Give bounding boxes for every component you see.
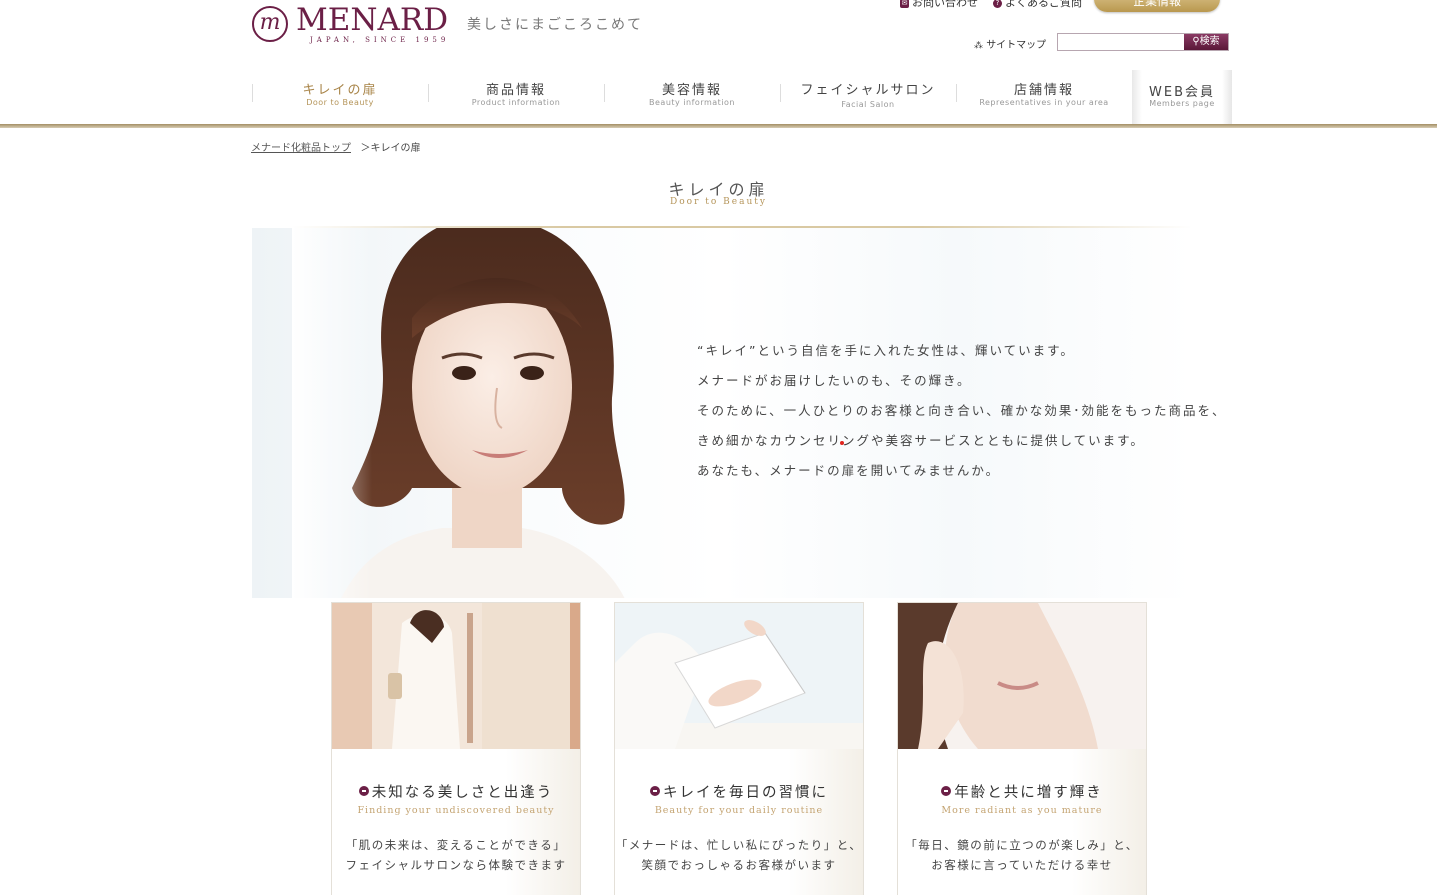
card-description: 「毎日、鏡の前に立つのが楽しみ」と、 お客様に言っていただける幸せ — [905, 838, 1139, 872]
card-subtitle: Beauty for your daily routine — [654, 805, 824, 816]
card-description: 「肌の未来は、変えることができる」 フェイシャルサロンなら体験できます — [345, 838, 567, 872]
question-icon: ? — [993, 0, 1002, 8]
nav-bottom-rule — [0, 124, 1437, 128]
search-button[interactable]: ⚲検索 — [1184, 34, 1228, 50]
corporate-info-label: 企業情報 — [1132, 0, 1181, 8]
nav-facial-salon[interactable]: フェイシャルサロン Facial Salon — [780, 70, 956, 125]
card-title: 年齢と共に増す輝き — [898, 781, 1146, 802]
tagline: 美しさにまごころこめて — [467, 17, 643, 33]
hero-line: メナードがお届けしたいのも、その輝き。 — [697, 373, 972, 388]
breadcrumb-separator: ＞ — [360, 143, 371, 154]
bullet-icon — [358, 786, 369, 796]
hero-line: きめ細かなカウンセリングや美容サービスとともに提供しています。 — [697, 433, 1145, 448]
card-store-door-image — [332, 603, 580, 749]
sitemap-icon: ⁂ — [974, 41, 983, 51]
breadcrumb-current: キレイの扉 — [370, 143, 421, 154]
hero-portrait-image — [292, 228, 625, 598]
mail-icon: ✉ — [900, 0, 909, 8]
nav-store-information[interactable]: 店舗情報 Representatives in your area — [956, 70, 1132, 125]
hero-line: あなたも、メナードの扉を開いてみませんか。 — [697, 463, 1001, 478]
logo-mark-icon: m — [252, 6, 288, 42]
breadcrumb: メナード化粧品トップ ＞キレイの扉 — [251, 139, 421, 154]
card-subtitle: Finding your undiscovered beauty — [357, 805, 555, 816]
bullet-icon — [650, 786, 660, 796]
hero-line: そのために、一人ひとりのお客様と向き合い、確かな効果･効能をもった商品を、 — [697, 403, 1227, 418]
bullet-icon — [941, 786, 952, 796]
nav-product-information[interactable]: 商品情報 Product information — [428, 70, 604, 125]
corporate-info-button[interactable]: 企業情報 — [1094, 0, 1220, 12]
faq-link[interactable]: ? よくあるご質問 — [993, 0, 1082, 10]
hero-copy: “キレイ”という自信を手に入れた女性は、輝いています。 メナードがお届けしたいの… — [697, 336, 1227, 486]
breadcrumb-home-link[interactable]: メナード化粧品トップ — [251, 143, 351, 154]
search-form: ⚲検索 — [1057, 33, 1229, 51]
hero-line: “キレイ”という自信を手に入れた女性は、輝いています。 — [697, 343, 1075, 358]
card-subtitle: More radiant as you mature — [941, 805, 1103, 816]
page-subtitle: Door to Beauty — [670, 197, 767, 207]
card-title: 未知なる美しさと出逢う — [332, 781, 580, 802]
contact-link[interactable]: ✉ お問い合わせ — [900, 0, 978, 10]
card-undiscovered-beauty[interactable]: 未知なる美しさと出逢う Finding your undiscovered be… — [331, 602, 581, 895]
card-notebook-image — [615, 603, 863, 749]
global-nav: キレイの扉 Door to Beauty 商品情報 Product inform… — [252, 70, 1232, 127]
search-input[interactable] — [1058, 34, 1190, 50]
card-woman-face-image — [898, 603, 1146, 749]
logo-since: JAPAN, SINCE 1959 — [310, 36, 450, 44]
logo-name: MENARD — [296, 2, 449, 38]
card-description: 「メナードは、忙しい私にぴったり」と、 笑顔でおっしゃるお客様がいます — [615, 838, 863, 872]
magnifier-icon: ⚲ — [1192, 36, 1200, 47]
nav-door-to-beauty[interactable]: キレイの扉 Door to Beauty — [252, 70, 428, 127]
sitemap-link[interactable]: ⁂ サイトマップ — [974, 36, 1046, 51]
menard-logo[interactable]: m MENARD JAPAN, SINCE 1959 — [252, 2, 452, 46]
nav-web-members[interactable]: WEB会員 Members page — [1132, 70, 1232, 125]
card-daily-routine[interactable]: キレイを毎日の習慣に Beauty for your daily routine… — [614, 602, 864, 895]
card-radiant-mature[interactable]: 年齢と共に増す輝き More radiant as you mature 「毎日… — [897, 602, 1147, 895]
nav-beauty-information[interactable]: 美容情報 Beauty information — [604, 70, 780, 125]
card-title: キレイを毎日の習慣に — [615, 781, 863, 802]
